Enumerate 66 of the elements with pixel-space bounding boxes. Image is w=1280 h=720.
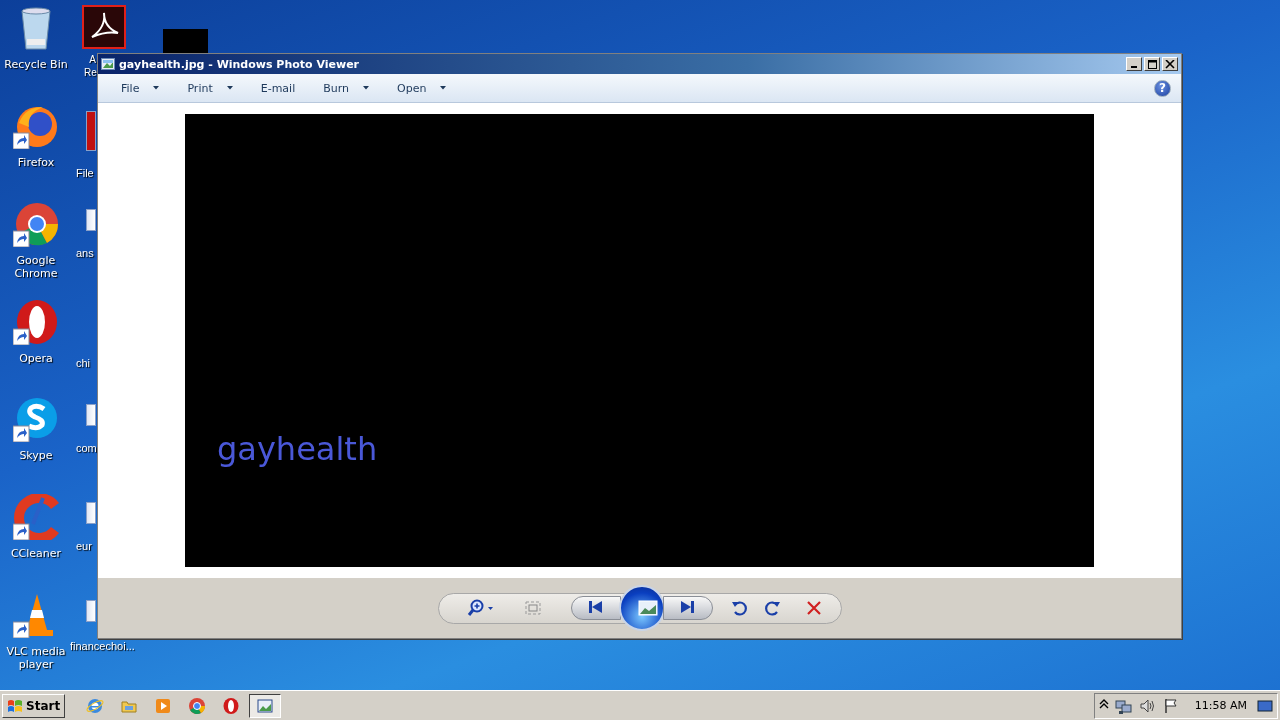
- rotate-right-button[interactable]: [764, 600, 781, 616]
- fit-to-window-icon: [524, 601, 541, 615]
- flag-icon[interactable]: [1162, 697, 1179, 714]
- icon-label[interactable]: chi: [76, 356, 96, 370]
- cleaner-brush-icon[interactable]: [13, 494, 59, 541]
- document-icon[interactable]: [86, 208, 96, 231]
- icon-label[interactable]: Opera: [1, 351, 71, 365]
- help-button[interactable]: ?: [1154, 79, 1171, 97]
- menu-item[interactable]: Burn: [314, 77, 379, 99]
- chrome-icon: [188, 696, 207, 715]
- media-player-icon: [154, 696, 173, 715]
- network-icon[interactable]: [1114, 697, 1133, 714]
- speaker-icon[interactable]: [1138, 697, 1157, 714]
- delete-icon: [806, 601, 821, 615]
- minimize-icon: [1131, 66, 1137, 68]
- icon-label[interactable]: CCleaner: [1, 547, 71, 561]
- menu-item[interactable]: Print: [178, 77, 242, 99]
- icon-label[interactable]: Skype: [1, 449, 71, 463]
- icon-label[interactable]: financechoi...: [70, 640, 135, 654]
- maximize-icon: [1147, 59, 1157, 69]
- start-button[interactable]: Start: [2, 693, 66, 718]
- chrome-icon[interactable]: [13, 200, 59, 247]
- menu-item[interactable]: File: [112, 77, 169, 99]
- rotate-right-icon: [764, 600, 781, 616]
- icon-label[interactable]: VLC media player: [1, 645, 71, 672]
- photo-viewer-icon: [256, 696, 275, 715]
- app-icon[interactable]: [86, 110, 96, 151]
- minimize-button[interactable]: [1126, 57, 1142, 71]
- close-icon: [1165, 59, 1175, 69]
- icon-label[interactable]: Recycle Bin: [1, 58, 71, 71]
- close-button[interactable]: [1162, 57, 1178, 71]
- delete-button[interactable]: [806, 601, 821, 615]
- opera-icon: [222, 696, 241, 715]
- document-icon[interactable]: [86, 600, 96, 623]
- window-title: gayhealth.jpg - Windows Photo Viewer: [119, 57, 361, 71]
- skip-forward-icon: [681, 600, 694, 613]
- show-desktop-icon[interactable]: [1257, 698, 1273, 713]
- skype-icon[interactable]: [13, 396, 59, 443]
- menu-item[interactable]: E-mail: [251, 77, 305, 99]
- icon-label[interactable]: A Re: [84, 53, 96, 79]
- clock-time[interactable]: 11:58 AM: [1194, 699, 1247, 712]
- icon-label[interactable]: Firefox: [1, 155, 71, 169]
- icon-label[interactable]: File: [76, 166, 96, 180]
- previous-button[interactable]: [570, 596, 621, 620]
- maximize-button[interactable]: [1144, 57, 1160, 71]
- next-button[interactable]: [662, 596, 713, 620]
- skip-back-icon: [589, 600, 602, 613]
- rotate-left-button[interactable]: [730, 600, 747, 616]
- slideshow-button[interactable]: [618, 585, 665, 631]
- photo-viewer-icon: [101, 58, 115, 70]
- image-text: gayhealth: [217, 429, 378, 469]
- windows-logo-icon: [7, 698, 23, 713]
- rotate-left-icon: [730, 600, 747, 616]
- icon-label[interactable]: com: [76, 442, 96, 456]
- zoom-icon: [466, 599, 495, 617]
- icon-label[interactable]: eur: [76, 540, 96, 554]
- document-icon[interactable]: [86, 502, 96, 525]
- icon-label[interactable]: Google Chrome: [1, 253, 71, 280]
- taskbar-button[interactable]: [249, 693, 282, 718]
- document-icon[interactable]: [86, 404, 96, 427]
- zoom-button[interactable]: [466, 599, 495, 617]
- icon-label[interactable]: ans: [76, 246, 96, 260]
- opera-icon[interactable]: [13, 298, 59, 345]
- browser-e-icon: [86, 696, 105, 715]
- image-thumbnail-icon[interactable]: [163, 29, 208, 53]
- menu-item[interactable]: Open: [388, 77, 456, 99]
